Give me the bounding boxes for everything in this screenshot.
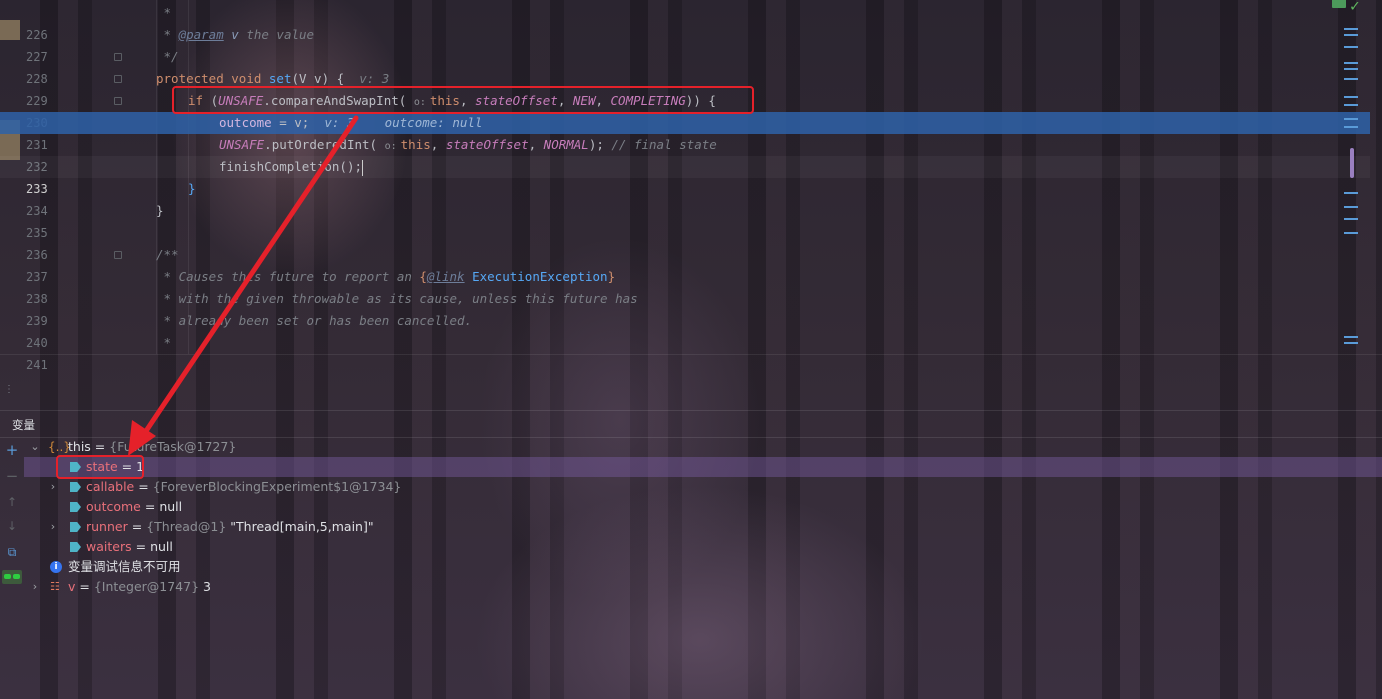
chevron-down-icon[interactable]: ⌄ xyxy=(30,437,40,457)
code-text: */ xyxy=(156,49,179,64)
fold-end-icon[interactable] xyxy=(114,53,122,61)
chevron-right-icon[interactable]: › xyxy=(48,477,58,497)
error-stripe-mark[interactable] xyxy=(1344,96,1358,98)
code-line[interactable]: 234 } xyxy=(0,178,1370,218)
drag-handle-icon[interactable]: ⋮ xyxy=(4,385,14,395)
variable-row-outcome[interactable]: outcome = null xyxy=(24,497,1382,517)
code-text: * xyxy=(156,335,172,350)
error-stripe-mark[interactable] xyxy=(1344,62,1358,64)
add-watch-icon[interactable]: + xyxy=(4,442,20,458)
error-stripe-mark[interactable] xyxy=(1344,78,1358,80)
error-stripe-mark[interactable] xyxy=(1344,336,1358,338)
chevron-right-icon[interactable]: › xyxy=(30,577,40,597)
code-line[interactable]: 235 } xyxy=(0,200,1370,240)
variables-panel-title: 变量 xyxy=(12,418,35,432)
variables-toolbar: + − ↑ ↓ ⧉ xyxy=(0,438,24,618)
code-text: * Causes this future to report an {@link… xyxy=(156,269,616,284)
variable-row-waiters[interactable]: waiters = null xyxy=(24,537,1382,557)
error-stripe-mark[interactable] xyxy=(1344,28,1358,30)
field-icon xyxy=(70,542,81,552)
variable-row-this[interactable]: ⌄ {..} this = {FutureTask@1727} xyxy=(24,437,1382,457)
code-line[interactable]: 228 */ xyxy=(0,46,1370,86)
variable-row-state[interactable]: state = 1 xyxy=(24,457,1382,477)
code-line[interactable]: 230 if (UNSAFE.compareAndSwapInt( o:this… xyxy=(0,90,1370,130)
field-icon xyxy=(70,482,81,492)
inline-value-hint: v: 3 xyxy=(324,115,355,130)
code-text: if (UNSAFE.compareAndSwapInt( o: this, st… xyxy=(188,93,716,108)
param-hint: o: xyxy=(384,141,397,152)
code-line[interactable]: 236 xyxy=(0,222,1370,262)
chevron-right-icon[interactable]: › xyxy=(48,517,58,537)
variable-row-callable[interactable]: › callable = {ForeverBlockingExperiment$… xyxy=(24,477,1382,497)
code-line[interactable]: 226 * xyxy=(0,2,1370,42)
variable-row-v[interactable]: › ☷ v = {Integer@1747} 3 xyxy=(24,577,1382,597)
line-number: 241 xyxy=(26,358,48,372)
code-line[interactable]: 238 * Causes this future to report an {@… xyxy=(0,266,1370,306)
code-text: UNSAFE.putOrderedInt( o: this, stateOffse… xyxy=(219,137,717,152)
field-icon xyxy=(70,462,81,472)
error-stripe-mark[interactable] xyxy=(1344,34,1358,36)
code-line[interactable]: 239 * with the given throwable as its ca… xyxy=(0,288,1370,328)
error-stripe-mark[interactable] xyxy=(1344,118,1358,120)
error-stripe-mark[interactable] xyxy=(1344,68,1358,70)
error-stripe-mark[interactable] xyxy=(1344,104,1358,106)
info-icon: i xyxy=(50,561,62,573)
fold-start-icon[interactable] xyxy=(114,97,122,105)
error-stripe-mark[interactable] xyxy=(1344,232,1358,234)
code-text: * @param v the value xyxy=(156,27,315,42)
code-text: outcome = v; v: 3 outcome: null xyxy=(219,115,483,130)
field-icon xyxy=(70,522,81,532)
code-text: } xyxy=(188,181,196,196)
inline-value-hint: v: 3 xyxy=(359,71,390,86)
code-line[interactable]: 227 * @param v the value xyxy=(0,24,1370,64)
code-line[interactable]: 229 protected void set(V v) { v: 3 xyxy=(0,68,1370,108)
text-cursor xyxy=(362,159,363,176)
variable-row-info[interactable]: i 变量调试信息不可用 xyxy=(24,557,1382,577)
fold-start-icon[interactable] xyxy=(114,251,122,259)
code-text: * xyxy=(156,5,172,20)
param-hint: o: xyxy=(413,97,426,108)
reader-mode-icon[interactable] xyxy=(1332,0,1346,8)
fold-start-icon[interactable] xyxy=(114,75,122,83)
error-stripe-mark[interactable] xyxy=(1344,218,1358,220)
code-line[interactable]: 232 UNSAFE.putOrderedInt( o: this, stateO… xyxy=(0,134,1370,174)
code-text: finishCompletion(); xyxy=(219,159,363,176)
caret-line[interactable]: 233 finishCompletion(); xyxy=(0,156,1370,196)
error-stripe-mark[interactable] xyxy=(1344,206,1358,208)
code-text: } xyxy=(156,203,164,218)
inline-value-hint: outcome: null xyxy=(384,115,483,130)
variables-panel-header: 变量 xyxy=(0,410,1382,438)
execution-point-line[interactable]: 231 outcome = v; v: 3 outcome: null xyxy=(0,112,1370,152)
panel-divider[interactable] xyxy=(0,354,1382,355)
field-icon xyxy=(70,502,81,512)
code-text: * already been set or has been cancelled… xyxy=(156,313,473,328)
error-stripe-mark[interactable] xyxy=(1344,126,1358,128)
remove-watch-icon[interactable]: − xyxy=(4,468,20,484)
error-stripe-mark[interactable] xyxy=(1344,192,1358,194)
code-text: * with the given throwable as its cause,… xyxy=(156,291,638,306)
code-editor[interactable]: 226 * 227 * @param v the value 228 */ 22… xyxy=(0,0,1382,372)
local-variable-icon: ☷ xyxy=(50,580,60,593)
code-line[interactable]: 240 * already been set or has been cance… xyxy=(0,310,1370,350)
code-text: protected void set(V v) { v: 3 xyxy=(156,71,390,86)
error-stripe-mark[interactable] xyxy=(1344,46,1358,48)
scroll-thumb[interactable] xyxy=(1350,148,1354,178)
inline-watches-glasses-icon[interactable] xyxy=(2,570,22,584)
copy-icon[interactable]: ⧉ xyxy=(4,544,20,560)
variable-row-runner[interactable]: › runner = {Thread@1} "Thread[main,5,mai… xyxy=(24,517,1382,537)
checkmark-icon[interactable]: ✓ xyxy=(1350,0,1360,15)
move-down-icon[interactable]: ↓ xyxy=(4,518,20,534)
code-line[interactable]: 237 /** xyxy=(0,244,1370,284)
code-line[interactable]: 241 * xyxy=(0,332,1370,372)
code-text: /** xyxy=(156,247,179,262)
error-stripe-mark[interactable] xyxy=(1344,342,1358,344)
move-up-icon[interactable]: ↑ xyxy=(4,494,20,510)
